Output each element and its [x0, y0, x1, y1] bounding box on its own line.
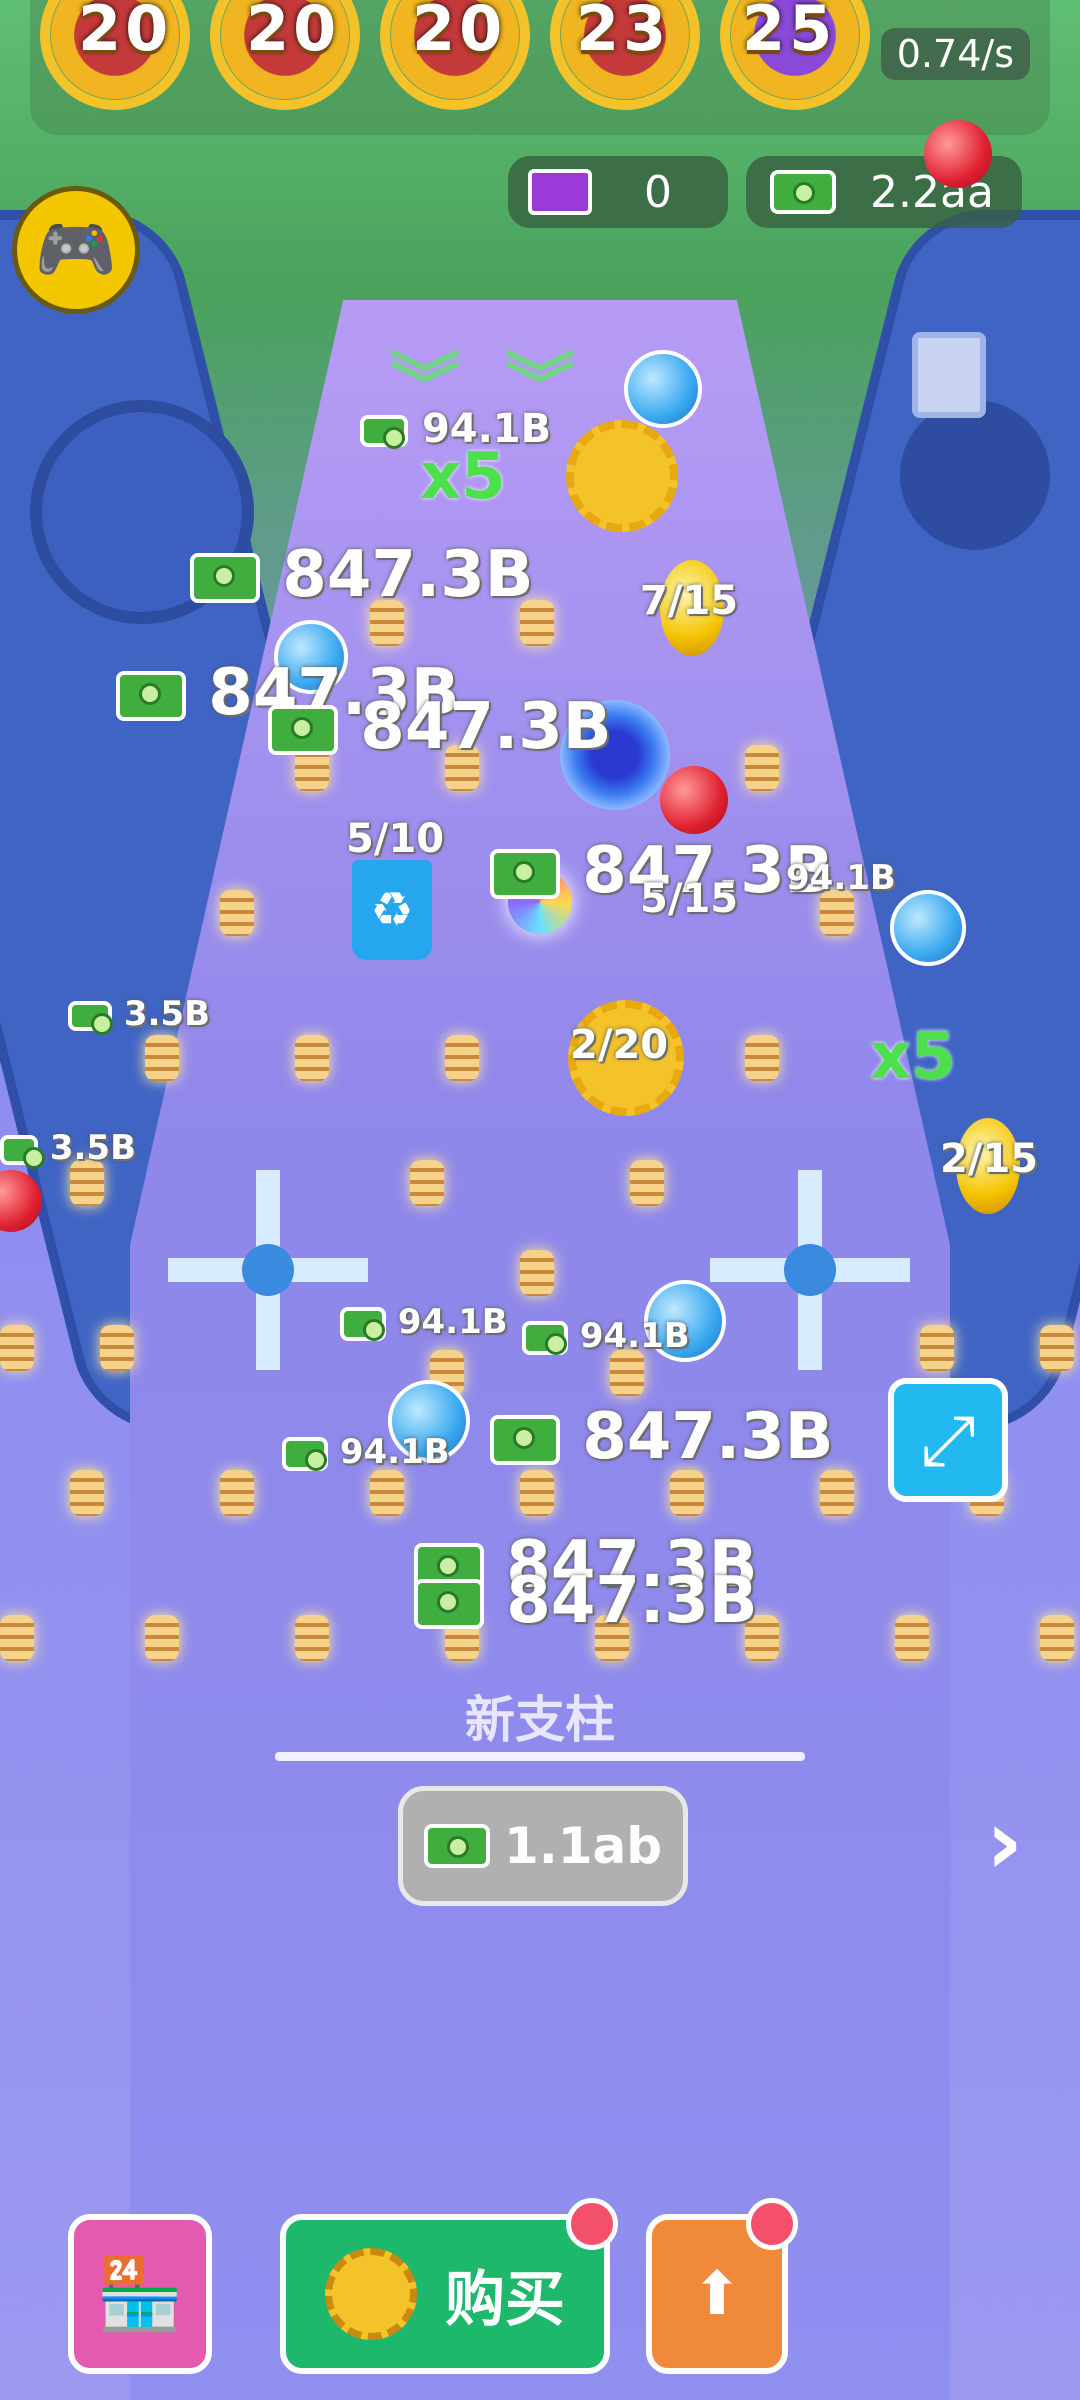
gear-level: 20 [412, 0, 507, 65]
gear-level: 23 [576, 0, 671, 65]
peg [220, 890, 254, 936]
cash-icon [770, 170, 836, 214]
upgrade-icon: ⬆ [691, 2259, 743, 2329]
cash-popup: 94.1B [282, 1432, 450, 1472]
peg [100, 1325, 134, 1371]
cash-icon [414, 1579, 484, 1630]
fan-blade [710, 1170, 910, 1370]
egg-counter: 2/15 [940, 1136, 1039, 1182]
shop-button[interactable]: 🏪 [68, 2214, 212, 2374]
cash-popup: 3.5B [68, 994, 210, 1035]
gear-icon [900, 400, 1050, 550]
gear-icon [325, 2248, 417, 2340]
peg [745, 745, 779, 791]
cash-icon [68, 1000, 113, 1035]
peg [820, 1470, 854, 1516]
cash-icon [116, 671, 186, 722]
peg [145, 1035, 179, 1081]
cash-popup: 847.3B [490, 1400, 834, 1474]
gear-icon [566, 420, 678, 532]
peg [745, 1035, 779, 1081]
new-post-buy-button[interactable]: 1.1ab [398, 1786, 688, 1906]
peg [70, 1470, 104, 1516]
gear-level: 20 [78, 0, 173, 65]
cash-popup: 847.3B [190, 538, 534, 612]
cash-icon [490, 849, 560, 900]
cash-popup: 847.3B [414, 1564, 758, 1638]
egg-counter: 5/15 [640, 876, 739, 922]
notification-dot [746, 2198, 798, 2250]
new-post-label: 新支柱 [465, 1691, 615, 1749]
peg [145, 1615, 179, 1661]
cash-icon [340, 1306, 386, 1341]
cash-icon [0, 1134, 45, 1169]
cash-popup: 847.3B [268, 690, 612, 764]
multiplier-badge: x5 [870, 1020, 956, 1094]
peg [0, 1325, 34, 1371]
shop-icon: 🏪 [96, 2252, 184, 2335]
peg [895, 1615, 929, 1661]
buy-button[interactable]: 购买 [280, 2214, 610, 2374]
new-post-price: 1.1ab [503, 1817, 663, 1875]
peg [920, 1325, 954, 1371]
peg [295, 1035, 329, 1081]
recycle-counter: 5/10 [346, 816, 445, 862]
buy-label: 购买 [445, 2264, 565, 2335]
notification-dot [566, 2198, 618, 2250]
cash-icon [423, 1824, 490, 1868]
divider [275, 1752, 805, 1761]
ball [924, 120, 992, 188]
peg [1040, 1615, 1074, 1661]
peg [630, 1160, 664, 1206]
peg [520, 1470, 554, 1516]
swap-icon: ⤢ [920, 1398, 976, 1481]
cash-icon [490, 1415, 560, 1466]
swap-button[interactable]: ⤢ [888, 1378, 1008, 1502]
peg [520, 1250, 554, 1296]
cash-popup: 94.1B [786, 858, 896, 898]
fan-blade [168, 1170, 368, 1370]
ball [660, 766, 728, 834]
recycle-icon: ♻ [352, 860, 432, 960]
ticket-value: 0 [644, 166, 672, 218]
cash-icon [360, 415, 408, 449]
cash-popup: 3.5B [0, 1128, 136, 1169]
cash-icon [190, 553, 260, 604]
peg [370, 1470, 404, 1516]
multiplier-badge: x5 [420, 440, 506, 514]
chevron-right-icon[interactable]: › [986, 1790, 1023, 1895]
peg [220, 1470, 254, 1516]
gear-counter: 2/20 [570, 1022, 669, 1068]
ball [624, 350, 702, 428]
peg [1040, 1325, 1074, 1371]
ball [890, 890, 966, 966]
ticket-icon [528, 169, 592, 215]
peg [445, 1035, 479, 1081]
cash-icon [522, 1320, 568, 1355]
trash-icon[interactable] [912, 332, 986, 418]
peg [0, 1615, 34, 1661]
gear-level: 25 [742, 0, 837, 65]
cash-icon [268, 705, 338, 756]
peg [410, 1160, 444, 1206]
cash-popup: 94.1B [340, 1302, 508, 1342]
gear-level: 20 [246, 0, 341, 65]
cash-icon [282, 1436, 328, 1471]
cash-popup: 94.1B [522, 1316, 690, 1356]
peg [610, 1350, 644, 1396]
peg [295, 1615, 329, 1661]
peg [670, 1470, 704, 1516]
income-rate: 0.74/s [880, 28, 1030, 80]
ticket-counter: 0 [508, 156, 728, 228]
gamepad-icon[interactable]: 🎮 [12, 186, 140, 314]
egg-counter: 7/15 [640, 578, 739, 624]
